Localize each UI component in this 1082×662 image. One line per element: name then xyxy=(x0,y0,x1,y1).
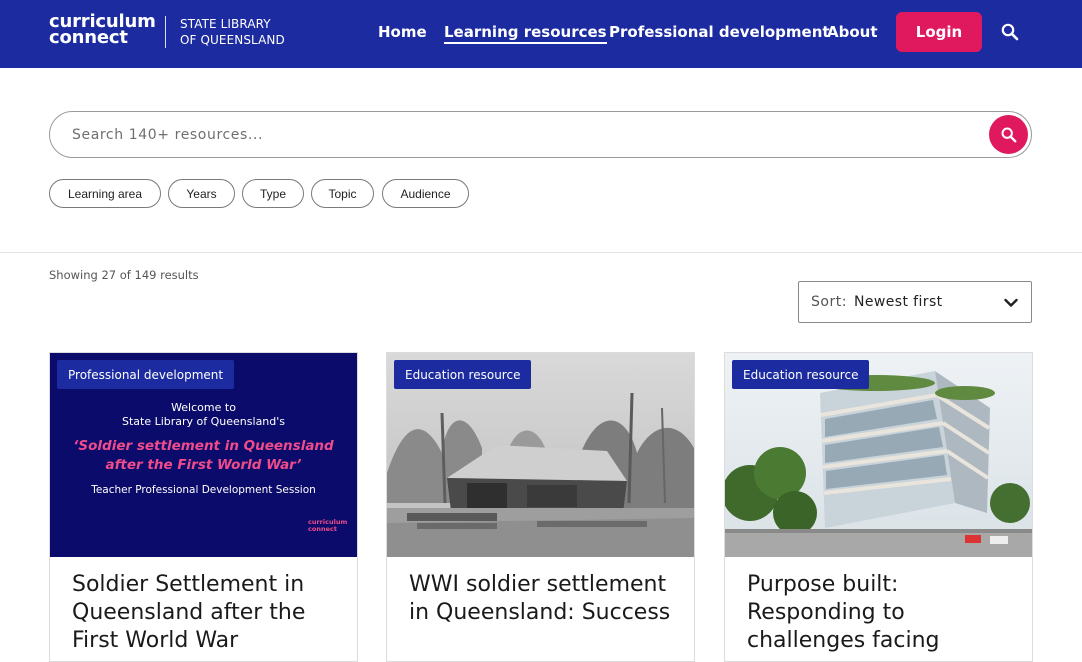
card-image: Welcome to State Library of Queensland's… xyxy=(50,353,357,557)
sort-label: Sort: xyxy=(811,294,847,310)
card-image: Education resource xyxy=(387,353,694,557)
resource-search-bar xyxy=(49,111,1032,158)
resource-type-badge: Education resource xyxy=(732,360,870,389)
resource-card[interactable]: Welcome to State Library of Queensland's… xyxy=(49,352,358,662)
resource-type-badge: Professional development xyxy=(57,360,235,389)
filter-years[interactable]: Years xyxy=(168,179,235,208)
chevron-down-icon xyxy=(1004,298,1018,307)
promo-headline-1: ‘Soldier settlement in Queensland xyxy=(73,438,334,454)
logo-line-2: connect xyxy=(49,27,128,48)
card-title[interactable]: Purpose built: Responding to challenges … xyxy=(747,571,1017,655)
nav-learning-resources[interactable]: Learning resources xyxy=(444,22,607,44)
nav-professional-development[interactable]: Professional development xyxy=(609,22,830,42)
nav-home[interactable]: Home xyxy=(378,22,427,42)
promo-headline-2: after the First World War’ xyxy=(105,457,302,473)
card-title[interactable]: Soldier Settlement in Queensland after t… xyxy=(72,571,342,655)
partner-line-1: STATE LIBRARY xyxy=(180,17,271,31)
logo-divider xyxy=(165,16,166,48)
promo-logo-2: connect xyxy=(308,525,337,533)
section-divider xyxy=(0,252,1082,253)
promo-line-1: Welcome to xyxy=(171,401,236,414)
login-button[interactable]: Login xyxy=(896,12,982,52)
partner-line-2: OF QUEENSLAND xyxy=(180,33,285,47)
filter-topic[interactable]: Topic xyxy=(311,179,374,208)
promo-logo: curriculum connect xyxy=(308,519,347,533)
search-icon[interactable] xyxy=(1000,22,1020,42)
search-icon xyxy=(1001,127,1016,142)
promo-welcome: Welcome to State Library of Queensland's xyxy=(50,401,357,429)
resource-card[interactable]: Education resource Purpose built: Respon… xyxy=(724,352,1033,662)
state-library-logo[interactable]: STATE LIBRARY OF QUEENSLAND xyxy=(180,16,285,48)
top-navigation-bar: curriculum connect STATE LIBRARY OF QUEE… xyxy=(0,0,1082,68)
nav-about[interactable]: About xyxy=(827,22,878,42)
sort-value: Newest first xyxy=(854,294,943,310)
resource-type-badge: Education resource xyxy=(394,360,532,389)
card-image: Education resource xyxy=(725,353,1032,557)
results-count: Showing 27 of 149 results xyxy=(49,268,199,282)
search-input[interactable] xyxy=(72,125,952,145)
filter-audience[interactable]: Audience xyxy=(382,179,469,208)
filter-learning-area[interactable]: Learning area xyxy=(49,179,161,208)
curriculum-connect-logo[interactable]: curriculum connect xyxy=(49,13,156,48)
resource-card[interactable]: Education resource WWI soldier settlemen… xyxy=(386,352,695,662)
promo-session: Teacher Professional Development Session xyxy=(91,484,316,496)
promo-headline: ‘Soldier settlement in Queensland after … xyxy=(50,437,357,475)
promo-line-2: State Library of Queensland's xyxy=(121,415,286,428)
filter-type[interactable]: Type xyxy=(242,179,304,208)
sort-dropdown[interactable]: Sort: Newest first xyxy=(798,281,1032,323)
card-title[interactable]: WWI soldier settlement in Queensland: Su… xyxy=(409,571,679,627)
search-submit-button[interactable] xyxy=(989,115,1028,154)
